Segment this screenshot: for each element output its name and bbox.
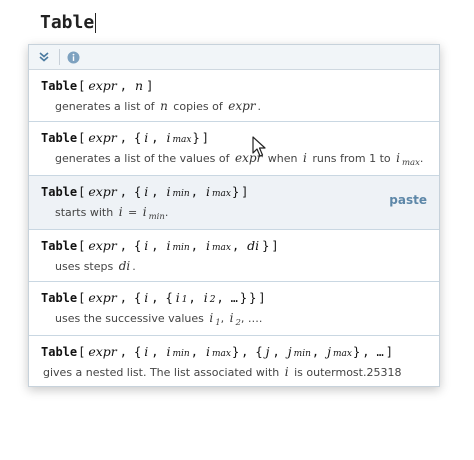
entry-signature: Table[expr,{i, i max}]	[41, 130, 209, 145]
entry-table-di[interactable]: Table[expr,{i, i min, i max, di}] uses steps …	[29, 230, 439, 282]
entry-table-imax[interactable]: Table[expr,{i, i max}] generates a list of…	[29, 122, 439, 176]
entry-description: generates a list of the values of expr w…	[55, 151, 424, 168]
entry-signature: Table[expr,{i, i min, i max, di}]	[41, 238, 279, 253]
mouse-pointer-icon	[252, 136, 266, 157]
double-chevron-down-icon[interactable]	[35, 48, 53, 66]
entry-table-n[interactable]: Table[expr, n] generates a list of n copi…	[29, 70, 439, 122]
input-cell[interactable]: Table	[40, 12, 97, 33]
paste-button[interactable]: paste	[389, 193, 427, 207]
entry-table-imin-imax[interactable]: Table[expr,{i, i min, i max}] starts with i …	[29, 176, 439, 230]
entry-signature: Table[expr,{i, i min, i max}]	[41, 184, 249, 199]
entry-description: uses steps di.	[55, 259, 136, 273]
entry-signature: Table[expr, n]	[41, 78, 154, 93]
entry-description: generates a list of n copies of expr.	[55, 99, 262, 113]
entry-description: uses the successive values i 1, i 2, ….	[55, 311, 263, 328]
entry-description: gives a nested list. The list associated…	[43, 365, 402, 379]
toolbar-divider	[59, 49, 60, 65]
entry-description: starts with i = i min.	[55, 205, 169, 222]
autocomplete-popup: Table[expr, n] generates a list of n copi…	[28, 44, 440, 387]
entry-signature: Table[expr,{i,{i 1, i 2,…}}]	[41, 290, 266, 305]
input-text[interactable]: Table	[40, 12, 94, 33]
text-caret	[95, 12, 97, 33]
entry-signature: Table[expr,{i, i min, i max},{j, j min, j max},……	[41, 344, 393, 359]
info-icon[interactable]	[64, 48, 82, 66]
entry-table-list[interactable]: Table[expr,{i,{i 1, i 2,…}}] uses the succe…	[29, 282, 439, 336]
entry-table-nested[interactable]: Table[expr,{i, i min, i max},{j, j min, j max},……	[29, 336, 439, 386]
popup-toolbar	[29, 45, 439, 70]
